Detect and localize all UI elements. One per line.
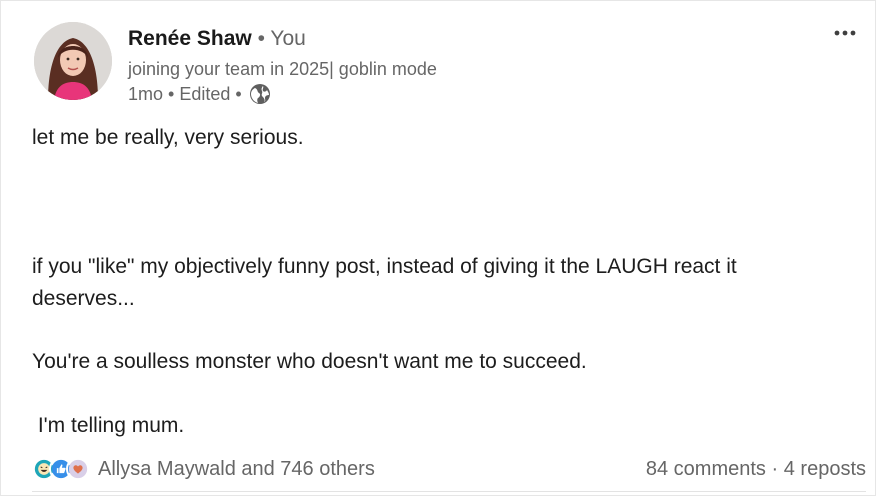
author-headline: joining your team in 2025| goblin mode — [128, 59, 437, 79]
engagement-counts: 84 comments · 4 reposts — [646, 458, 866, 481]
reposts-count[interactable]: 4 reposts — [784, 458, 866, 480]
post-meta: 1mo • Edited • — [128, 82, 272, 106]
social-counts-bar: Allysa Maywald and 746 others 84 comment… — [32, 453, 866, 485]
reactors-label[interactable]: Allysa Maywald and 746 others — [98, 458, 375, 481]
post-text-line: if you "like" my objectively funny post,… — [32, 255, 737, 278]
avatar[interactable] — [34, 22, 112, 100]
reactions-summary[interactable]: Allysa Maywald and 746 others — [32, 457, 375, 481]
post-text-line: I'm telling mum. — [32, 414, 185, 437]
separator-dot: • — [257, 27, 265, 50]
author-row: Renée Shaw • You — [128, 25, 306, 53]
avatar-photo — [34, 22, 112, 100]
reaction-icons — [32, 457, 90, 481]
globe-icon — [249, 84, 270, 104]
post-text-line: You're a soulless monster who doesn't wa… — [32, 350, 587, 373]
relation-label: You — [270, 27, 306, 50]
meta-separator: • — [230, 84, 242, 104]
post-card: Renée Shaw • You joining your team in 20… — [0, 0, 876, 496]
post-text-line: let me be really, very serious. — [32, 126, 304, 149]
post-text-line: deserves... — [32, 287, 135, 310]
ellipsis-icon — [834, 30, 856, 36]
meta-separator: • — [163, 84, 180, 104]
author-name[interactable]: Renée Shaw — [128, 27, 252, 50]
counts-separator: · — [771, 457, 779, 480]
love-reaction-icon — [66, 457, 90, 481]
edited-label: Edited — [179, 84, 231, 104]
divider — [32, 491, 866, 492]
more-options-button[interactable] — [831, 19, 859, 47]
comments-count[interactable]: 84 comments — [646, 458, 766, 480]
post-time[interactable]: 1mo — [128, 82, 163, 106]
